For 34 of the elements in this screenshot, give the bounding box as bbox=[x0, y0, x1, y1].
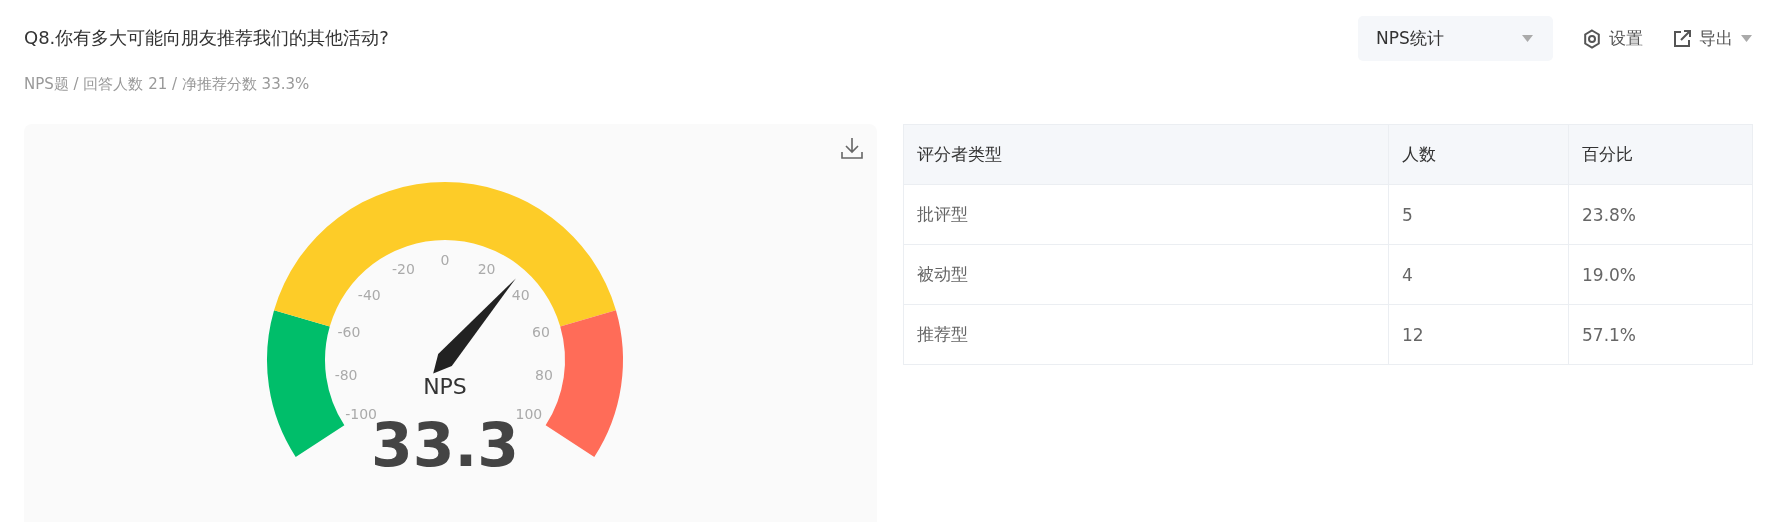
chart-type-select[interactable]: NPS统计 bbox=[1358, 16, 1553, 61]
export-button[interactable]: 导出 bbox=[1673, 27, 1752, 50]
caret-icon bbox=[1522, 35, 1533, 42]
table-cell: 5 bbox=[1388, 184, 1569, 245]
gauge-tick-label: 80 bbox=[535, 366, 553, 383]
table-cell: 被动型 bbox=[903, 244, 1389, 305]
export-icon bbox=[1673, 29, 1691, 48]
table-cell: 19.0% bbox=[1568, 244, 1753, 305]
column-header: 评分者类型 bbox=[903, 124, 1389, 185]
gauge-tick-label: 0 bbox=[440, 252, 450, 268]
gauge-tick-label: -60 bbox=[337, 324, 361, 341]
question-meta: NPS题 / 回答人数 21 / 净推荐分数 33.3% bbox=[24, 74, 311, 94]
gauge-tick-label: 40 bbox=[511, 286, 530, 303]
gauge-tick-label: 100 bbox=[515, 406, 543, 423]
settings-button[interactable]: 设置 bbox=[1583, 27, 1643, 50]
gauge-tick-label: -40 bbox=[357, 286, 381, 303]
question-title: Q8.你有多大可能向朋友推荐我们的其他活动? bbox=[24, 26, 389, 50]
table-cell: 23.8% bbox=[1568, 184, 1753, 245]
gauge-tick-label: -20 bbox=[391, 261, 415, 278]
gauge-tick-label: -100 bbox=[345, 406, 377, 423]
table-cell: 4 bbox=[1388, 244, 1569, 305]
gauge-tick-label: -80 bbox=[334, 366, 358, 383]
table-cell: 57.1% bbox=[1568, 304, 1753, 365]
download-icon[interactable] bbox=[841, 137, 863, 159]
gauge-tick-label: 20 bbox=[477, 261, 496, 278]
column-header: 人数 bbox=[1388, 124, 1569, 185]
table-cell: 批评型 bbox=[903, 184, 1389, 245]
table-cell: 12 bbox=[1388, 304, 1569, 365]
caret-icon bbox=[1741, 35, 1752, 42]
settings-icon bbox=[1583, 28, 1601, 49]
gauge-label: NPS bbox=[423, 374, 467, 399]
table-cell: 推荐型 bbox=[903, 304, 1389, 365]
gauge-tick-label: 60 bbox=[532, 324, 550, 341]
column-header: 百分比 bbox=[1568, 124, 1753, 185]
